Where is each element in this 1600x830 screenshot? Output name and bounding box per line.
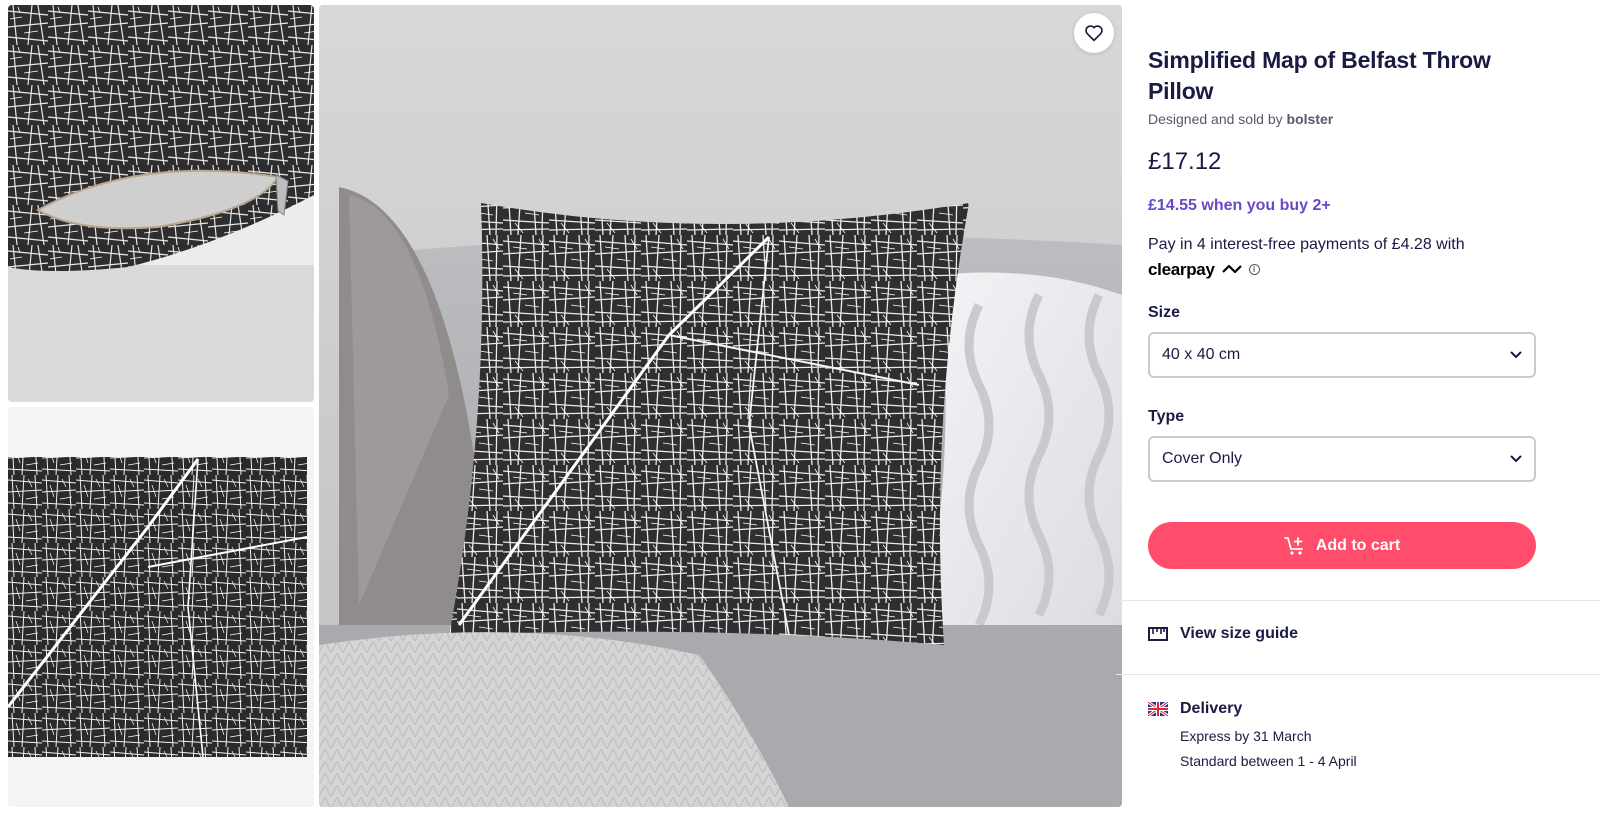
delivery-heading-row: Delivery	[1148, 700, 1357, 718]
cart-add-icon	[1283, 536, 1303, 555]
product-info-panel: Simplified Map of Belfast Throw Pillow D…	[1116, 5, 1600, 825]
standard-delivery-text: Standard between 1 - 4 April	[1180, 753, 1357, 769]
byline-prefix: Designed and sold by	[1148, 111, 1283, 127]
zipper-closeup-image	[8, 5, 314, 402]
bulk-offer: £14.55 when you buy 2+	[1148, 197, 1331, 214]
delivery-heading: Delivery	[1180, 700, 1243, 717]
uk-flag-icon	[1148, 702, 1168, 716]
size-label: Size	[1148, 304, 1181, 321]
info-icon[interactable]: i	[1248, 264, 1260, 275]
product-page: Simplified Map of Belfast Throw Pillow D…	[0, 0, 1600, 830]
designer-link[interactable]: bolster	[1287, 111, 1334, 127]
add-to-cart-label: Add to cart	[1315, 536, 1401, 554]
hero-image[interactable]	[319, 5, 1122, 807]
size-select-value: 40 x 40 cm	[1162, 346, 1241, 363]
product-gallery	[8, 5, 1136, 825]
designer-byline: Designed and sold by bolster	[1148, 111, 1333, 127]
flat-map-image	[8, 407, 314, 807]
type-select[interactable]: Cover Only	[1148, 436, 1536, 482]
installment-text: Pay in 4 interest-free payments of £4.28…	[1148, 236, 1465, 253]
ruler-icon	[1148, 627, 1168, 641]
product-title: Simplified Map of Belfast Throw Pillow	[1148, 47, 1491, 104]
size-select[interactable]: 40 x 40 cm	[1148, 332, 1536, 378]
clearpay-logo: clearpay i	[1148, 258, 1260, 281]
size-guide-label: View size guide	[1180, 625, 1298, 642]
clearpay-wordmark: clearpay	[1148, 260, 1215, 279]
product-price: £17.12	[1148, 148, 1222, 175]
installment-info: Pay in 4 interest-free payments of £4.28…	[1148, 233, 1568, 282]
pillow-sofa-image	[319, 5, 1122, 807]
divider	[1116, 674, 1600, 675]
size-guide-link[interactable]: View size guide	[1148, 625, 1298, 643]
add-to-cart-button[interactable]: Add to cart	[1148, 522, 1536, 569]
thumbnail-zipper[interactable]	[8, 5, 314, 402]
thumbnail-flat-design[interactable]	[8, 407, 314, 807]
delivery-info: Delivery Express by 31 March Standard be…	[1148, 700, 1357, 769]
chevron-down-icon	[1510, 351, 1522, 359]
type-label: Type	[1148, 408, 1185, 425]
type-select-value: Cover Only	[1162, 450, 1243, 467]
favorite-button[interactable]	[1074, 13, 1114, 53]
divider	[1116, 600, 1600, 601]
express-delivery-text: Express by 31 March	[1180, 728, 1312, 744]
heart-icon	[1085, 25, 1103, 42]
clearpay-arrows-icon	[1221, 264, 1242, 273]
chevron-down-icon	[1510, 455, 1522, 463]
